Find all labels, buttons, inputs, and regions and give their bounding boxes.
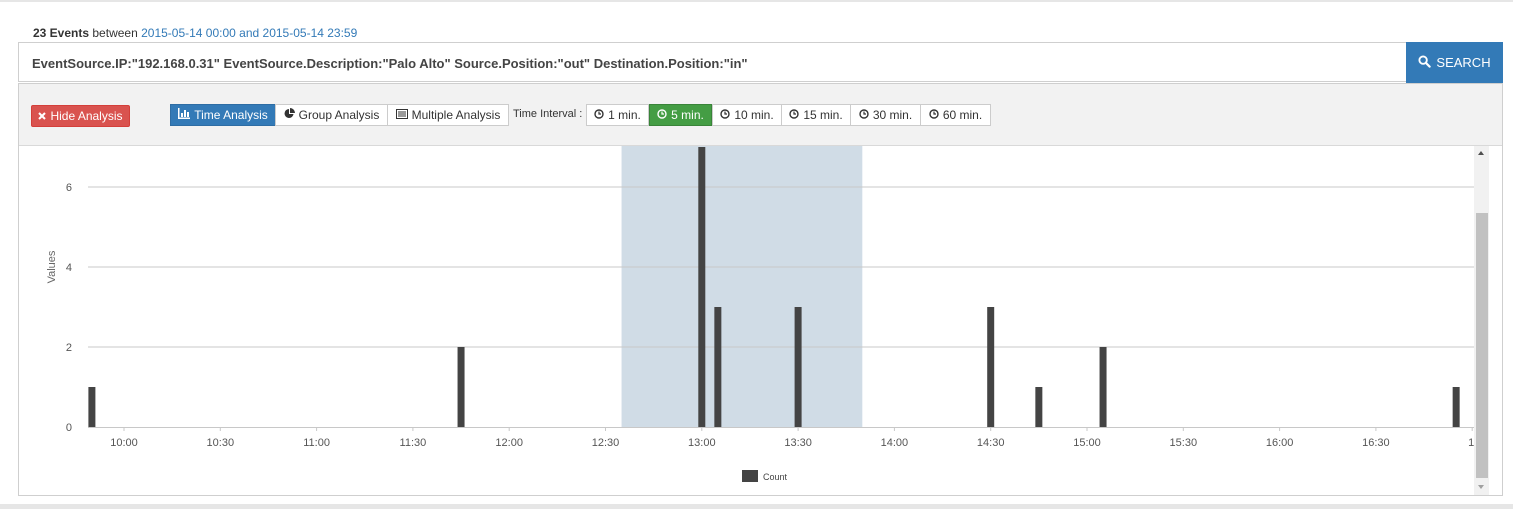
clock-icon [929,108,939,122]
analysis-panel: Hide Analysis Time Analysis Group Analys… [18,83,1503,496]
interval-1-min[interactable]: 1 min. [586,104,649,126]
time-interval-label: Time Interval : [513,108,583,120]
x-tick-label: 15:00 [1073,437,1101,449]
legend-label: Count [763,472,788,482]
scroll-down-arrow[interactable] [1478,485,1484,489]
analysis-toolbar: Hide Analysis Time Analysis Group Analys… [19,84,1502,146]
search-icon [1418,54,1432,71]
legend-swatch [742,470,758,482]
x-tick-label: 16:30 [1362,437,1390,449]
count-bar [1452,387,1460,427]
count-bar [714,307,722,427]
tab-time-analysis-label: Time Analysis [194,108,268,122]
count-bar [1099,347,1107,427]
count-bar [794,307,802,427]
x-tick-label: 14:30 [977,437,1005,449]
x-tick-label: 14:00 [881,437,909,449]
x-tick-label: 11:00 [303,437,330,449]
time-analysis-chart[interactable]: 0 2 4 6 Values 10:00 10:30 11:00 11:30 12:00 12:30… [19,146,1502,495]
y-tick-label: 2 [66,342,72,354]
count-bar [987,307,995,427]
interval-label: 60 min. [942,108,983,122]
hide-analysis-button[interactable]: Hide Analysis [31,105,130,127]
hide-analysis-label: Hide Analysis [50,109,123,123]
bar-chart-icon [178,108,191,122]
clock-icon [789,108,800,122]
date-range: 2015-05-14 00:00 and 2015-05-14 23:59 [141,26,358,40]
tab-group-analysis[interactable]: Group Analysis [275,104,388,126]
x-tick-label: 12:00 [495,437,523,449]
search-label: SEARCH [1436,55,1491,70]
scrollbar-thumb[interactable] [1476,213,1488,478]
pie-chart-icon [284,108,295,122]
x-tick-label: 11:30 [400,437,427,449]
search-button[interactable]: SEARCH [1406,42,1503,83]
x-tick-label: 12:30 [592,437,620,449]
tab-time-analysis[interactable]: Time Analysis [170,104,276,126]
interval-5-min[interactable]: 5 min. [649,104,712,126]
interval-label: 10 min. [734,108,774,122]
clock-icon [720,108,731,122]
x-tick-label: 13:00 [688,437,716,449]
selection-range [621,146,863,427]
count-bar [698,147,706,427]
count-bar [457,347,465,427]
top-border [0,0,1513,2]
tab-multiple-analysis[interactable]: Multiple Analysis [387,104,509,126]
x-tick-label: 10:00 [110,437,138,449]
y-tick-label: 6 [66,182,72,194]
close-icon [38,109,47,123]
bottom-border [0,504,1513,509]
x-tick-label: 13:30 [784,437,812,449]
clock-icon [657,108,667,122]
search-input[interactable]: EventSource.IP:"192.168.0.31" EventSourc… [18,42,1406,82]
event-count: 23 Events [33,26,90,40]
scroll-up-arrow[interactable] [1478,151,1484,155]
interval-60-min[interactable]: 60 min. [920,104,991,126]
y-tick-label: 0 [66,422,72,434]
interval-10-min[interactable]: 10 min. [712,104,782,126]
clock-icon [594,108,604,122]
between-label: between [89,26,142,40]
chart-svg: 0 2 4 6 Values 10:00 10:30 11:00 11:30 12:00 12:30… [46,146,1480,482]
y-axis-label: Values [46,250,58,283]
interval-30-min[interactable]: 30 min. [850,104,921,126]
count-bar [88,387,96,427]
interval-label: 1 min. [608,108,641,122]
interval-label: 5 min. [671,108,704,122]
event-summary: 23 Events between 2015-05-14 00:00 and 2… [33,26,357,40]
count-bar [1035,387,1043,427]
y-tick-label: 4 [66,262,72,274]
list-icon [395,108,408,122]
interval-15-min[interactable]: 15 min. [781,104,851,126]
tab-multiple-analysis-label: Multiple Analysis [411,108,501,122]
interval-label: 15 min. [803,108,843,122]
query-text: EventSource.IP:"192.168.0.31" EventSourc… [32,56,748,71]
x-tick-label: 15:30 [1170,437,1198,449]
interval-label: 30 min. [872,108,913,122]
x-tick-label: 10:30 [207,437,235,449]
tab-group-analysis-label: Group Analysis [298,108,380,122]
x-tick-label: 16:00 [1266,437,1294,449]
clock-icon [859,108,869,122]
